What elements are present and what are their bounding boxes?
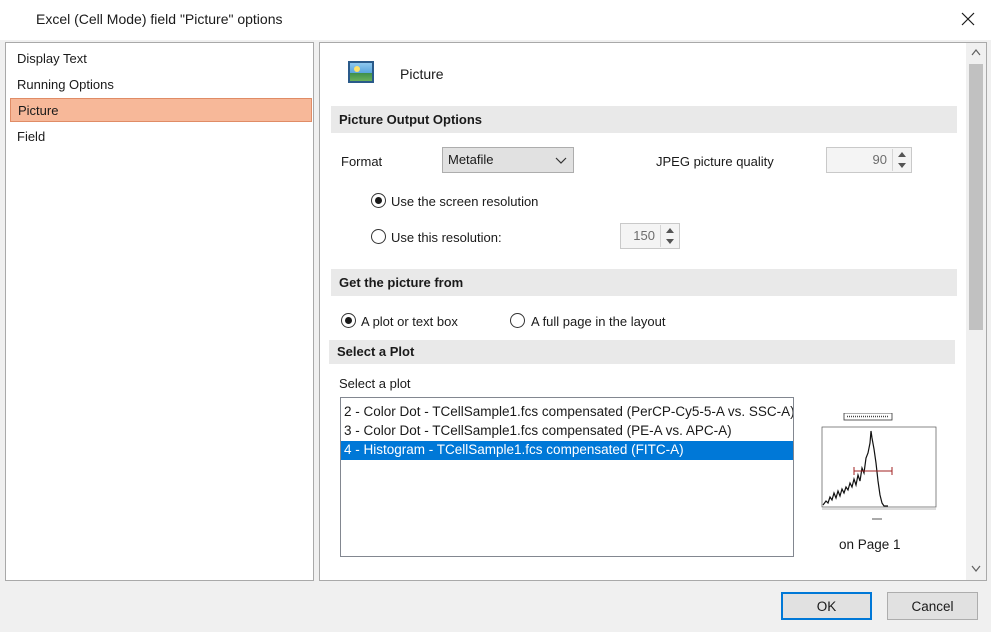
nav-item-label: Running Options bbox=[17, 77, 114, 92]
panel-scrollbar[interactable] bbox=[966, 43, 986, 580]
spin-up-icon[interactable] bbox=[661, 225, 678, 236]
jpeg-quality-stepper[interactable]: 90 bbox=[826, 147, 912, 173]
section-picture-output-options: Picture Output Options bbox=[331, 106, 957, 133]
window-title: Excel (Cell Mode) field "Picture" option… bbox=[36, 11, 283, 27]
jpeg-quality-value: 90 bbox=[872, 152, 887, 167]
this-resolution-radio[interactable] bbox=[371, 229, 386, 244]
plot-list[interactable]: 2 - Color Dot - TCellSample1.fcs compens… bbox=[340, 397, 794, 557]
jpeg-quality-label: JPEG picture quality bbox=[656, 154, 774, 169]
nav-item-display-text[interactable]: Display Text bbox=[10, 47, 312, 71]
scroll-thumb[interactable] bbox=[969, 64, 983, 330]
resolution-stepper[interactable]: 150 bbox=[620, 223, 680, 249]
ok-button[interactable]: OK bbox=[781, 592, 872, 620]
picture-icon bbox=[348, 61, 374, 83]
section-get-picture-from: Get the picture from bbox=[331, 269, 957, 296]
spin-down-icon[interactable] bbox=[893, 160, 910, 171]
resolution-value: 150 bbox=[633, 228, 655, 243]
section-select-a-plot: Select a Plot bbox=[329, 340, 955, 364]
chevron-down-icon bbox=[555, 157, 567, 164]
cancel-button[interactable]: Cancel bbox=[887, 592, 978, 620]
close-icon bbox=[961, 12, 975, 26]
plot-or-textbox-radio[interactable] bbox=[341, 313, 356, 328]
options-nav: Display Text Running Options Picture Fie… bbox=[5, 42, 314, 581]
nav-item-label: Display Text bbox=[17, 51, 87, 66]
select-plot-label: Select a plot bbox=[339, 376, 411, 391]
format-label: Format bbox=[341, 154, 383, 169]
close-button[interactable] bbox=[945, 0, 991, 38]
spin-up-icon[interactable] bbox=[893, 149, 910, 160]
nav-item-running-options[interactable]: Running Options bbox=[10, 73, 312, 97]
this-resolution-label: Use this resolution: bbox=[391, 230, 502, 245]
title-bar: Excel (Cell Mode) field "Picture" option… bbox=[0, 0, 991, 40]
list-item[interactable]: 4 - Histogram - TCellSample1.fcs compens… bbox=[341, 441, 793, 460]
full-page-radio[interactable] bbox=[510, 313, 525, 328]
scroll-down-icon[interactable] bbox=[971, 565, 981, 572]
screen-resolution-radio[interactable] bbox=[371, 193, 386, 208]
nav-item-picture[interactable]: Picture bbox=[10, 98, 312, 122]
nav-item-label: Picture bbox=[18, 103, 59, 118]
full-page-label: A full page in the layout bbox=[531, 314, 666, 329]
format-value: Metafile bbox=[448, 152, 494, 167]
page-caption: on Page 1 bbox=[839, 537, 901, 552]
nav-item-label: Field bbox=[17, 129, 46, 144]
spin-down-icon[interactable] bbox=[661, 236, 678, 247]
scroll-up-icon[interactable] bbox=[971, 49, 981, 56]
panel-title: Picture bbox=[400, 66, 444, 82]
list-item[interactable]: 2 - Color Dot - TCellSample1.fcs compens… bbox=[341, 403, 793, 422]
format-dropdown[interactable]: Metafile bbox=[442, 147, 574, 173]
nav-item-field[interactable]: Field bbox=[10, 125, 312, 149]
screen-resolution-label: Use the screen resolution bbox=[391, 194, 539, 209]
list-item[interactable]: 3 - Color Dot - TCellSample1.fcs compens… bbox=[341, 422, 793, 441]
picture-options-panel: Picture Picture Output Options Format Me… bbox=[319, 42, 987, 581]
plot-or-textbox-label: A plot or text box bbox=[361, 314, 458, 329]
plot-thumbnail bbox=[821, 413, 937, 520]
